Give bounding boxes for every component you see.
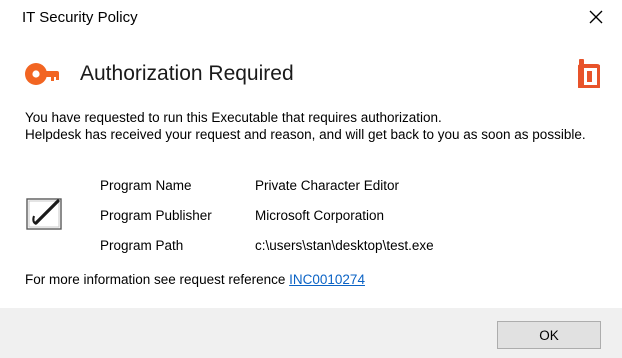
window-title: IT Security Policy xyxy=(22,9,138,26)
header-title: Authorization Required xyxy=(80,62,294,85)
request-message: You have requested to run this Executabl… xyxy=(25,109,615,143)
program-publisher-row: Program Publisher Microsoft Corporation xyxy=(100,208,600,238)
ok-button[interactable]: OK xyxy=(497,321,601,349)
message-line-2: Helpdesk has received your request and r… xyxy=(25,127,586,142)
reference-link[interactable]: INC0010274 xyxy=(289,272,365,287)
program-name-value: Private Character Editor xyxy=(255,178,400,193)
message-line-1: You have requested to run this Executabl… xyxy=(25,110,442,125)
title-bar: IT Security Policy xyxy=(0,0,622,36)
close-icon xyxy=(589,10,603,24)
reference-line: For more information see request referen… xyxy=(25,272,365,287)
reference-text: For more information see request referen… xyxy=(25,272,286,287)
program-publisher-value: Microsoft Corporation xyxy=(255,208,385,223)
security-policy-dialog: IT Security Policy Authorization Require… xyxy=(0,0,622,358)
program-publisher-label: Program Publisher xyxy=(100,208,212,223)
program-name-label: Program Name xyxy=(100,178,192,193)
program-path-value: c:\users\stan\desktop\test.exe xyxy=(255,238,434,253)
program-editor-icon xyxy=(26,198,62,230)
program-details: Program Name Private Character Editor Pr… xyxy=(100,178,600,268)
dialog-footer: OK xyxy=(0,308,622,358)
dialog-header: Authorization Required xyxy=(0,52,622,96)
program-path-label: Program Path xyxy=(100,238,184,253)
brand-logo-icon xyxy=(578,59,600,88)
authorization-key-icon xyxy=(25,63,59,85)
close-button[interactable] xyxy=(580,2,612,32)
program-path-row: Program Path c:\users\stan\desktop\test.… xyxy=(100,238,600,268)
program-name-row: Program Name Private Character Editor xyxy=(100,178,600,208)
